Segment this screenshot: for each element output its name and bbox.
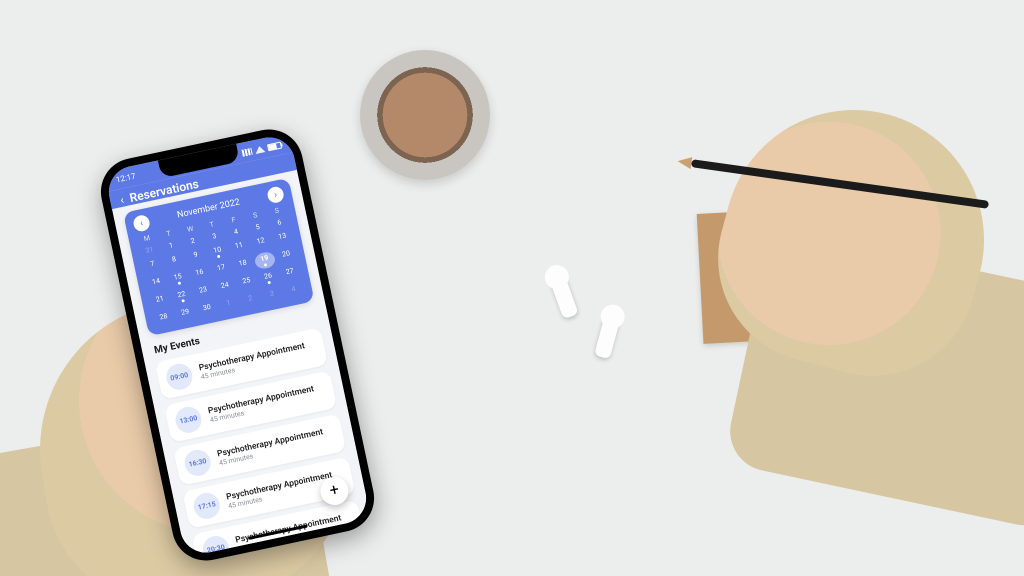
calendar-day[interactable]: 25 [235,273,258,293]
calendar-dow: F [223,214,244,226]
calendar-day[interactable]: 12 [250,233,273,253]
calendar-day[interactable]: 9 [185,247,208,267]
calendar-day[interactable]: 8 [163,251,186,271]
calendar-day[interactable]: 7 [141,256,164,276]
earbud [594,309,622,360]
events-section: My Events 09:00Psychotherapy Appointment… [141,307,371,558]
calendar-day[interactable]: 1 [160,238,182,254]
wifi-icon [254,145,265,154]
calendar-day[interactable]: 16 [188,264,211,284]
calendar-day[interactable]: 26 [257,268,280,288]
status-time: 12:17 [115,171,136,184]
calendar-day[interactable]: 13 [271,228,294,248]
event-time-badge: 16:30 [182,447,213,478]
calendar-day[interactable]: 30 [196,300,218,316]
calendar-dow: T [201,219,222,231]
calendar-day[interactable]: 1 [217,295,239,311]
signal-icon [241,147,252,156]
calendar-dow: T [158,228,179,240]
calendar-dow: S [266,205,287,217]
calendar-day[interactable]: 15 [167,269,190,289]
calendar-day[interactable]: 14 [145,274,168,294]
event-time-badge: 20:30 [201,534,232,558]
calendar-day[interactable]: 24 [214,277,237,297]
event-time-badge: 09:00 [164,361,195,392]
calendar-day[interactable]: 3 [203,228,225,244]
calendar-day[interactable]: 6 [268,215,290,231]
calendar-day[interactable]: 21 [149,291,172,311]
calendar-day[interactable]: 4 [225,224,247,240]
calendar-day[interactable]: 20 [275,246,298,266]
battery-icon [267,141,282,151]
calendar-day[interactable]: 17 [210,260,233,280]
calendar-card: ‹ November 2022 › MTWTFSS311234567891011… [123,178,315,336]
coffee-cup [360,50,490,180]
calendar-day[interactable]: 10 [206,242,229,262]
calendar-day[interactable]: 27 [279,264,302,284]
back-icon[interactable]: ‹ [119,193,125,207]
calendar-next-button[interactable]: › [266,185,285,204]
calendar-prev-button[interactable]: ‹ [132,214,151,233]
calendar-day[interactable]: 28 [152,309,174,325]
calendar-dow: S [245,209,266,221]
earbud [547,269,578,320]
calendar-dow: W [180,223,201,235]
calendar-day[interactable]: 5 [247,219,269,235]
calendar-day[interactable]: 18 [232,255,255,275]
calendar-day[interactable]: 11 [228,238,251,258]
event-time-badge: 17:15 [191,490,222,521]
calendar-day[interactable]: 2 [182,233,204,249]
calendar-day[interactable]: 3 [261,286,283,302]
calendar-day[interactable]: 4 [282,281,304,297]
calendar-day[interactable]: 22 [170,287,193,307]
desk-scene: 12:17 ‹ Reservations ‹ November 2022 [0,0,1024,576]
calendar-dow: M [136,232,157,244]
event-time-badge: 13:00 [173,404,204,435]
calendar-day[interactable]: 2 [239,290,261,306]
calendar-day[interactable]: 19 [253,251,276,271]
calendar-day[interactable]: 31 [138,242,160,258]
events-list: 09:00Psychotherapy Appointment45 minutes… [155,327,365,557]
calendar-day[interactable]: 23 [192,282,215,302]
calendar-day[interactable]: 29 [174,304,196,320]
